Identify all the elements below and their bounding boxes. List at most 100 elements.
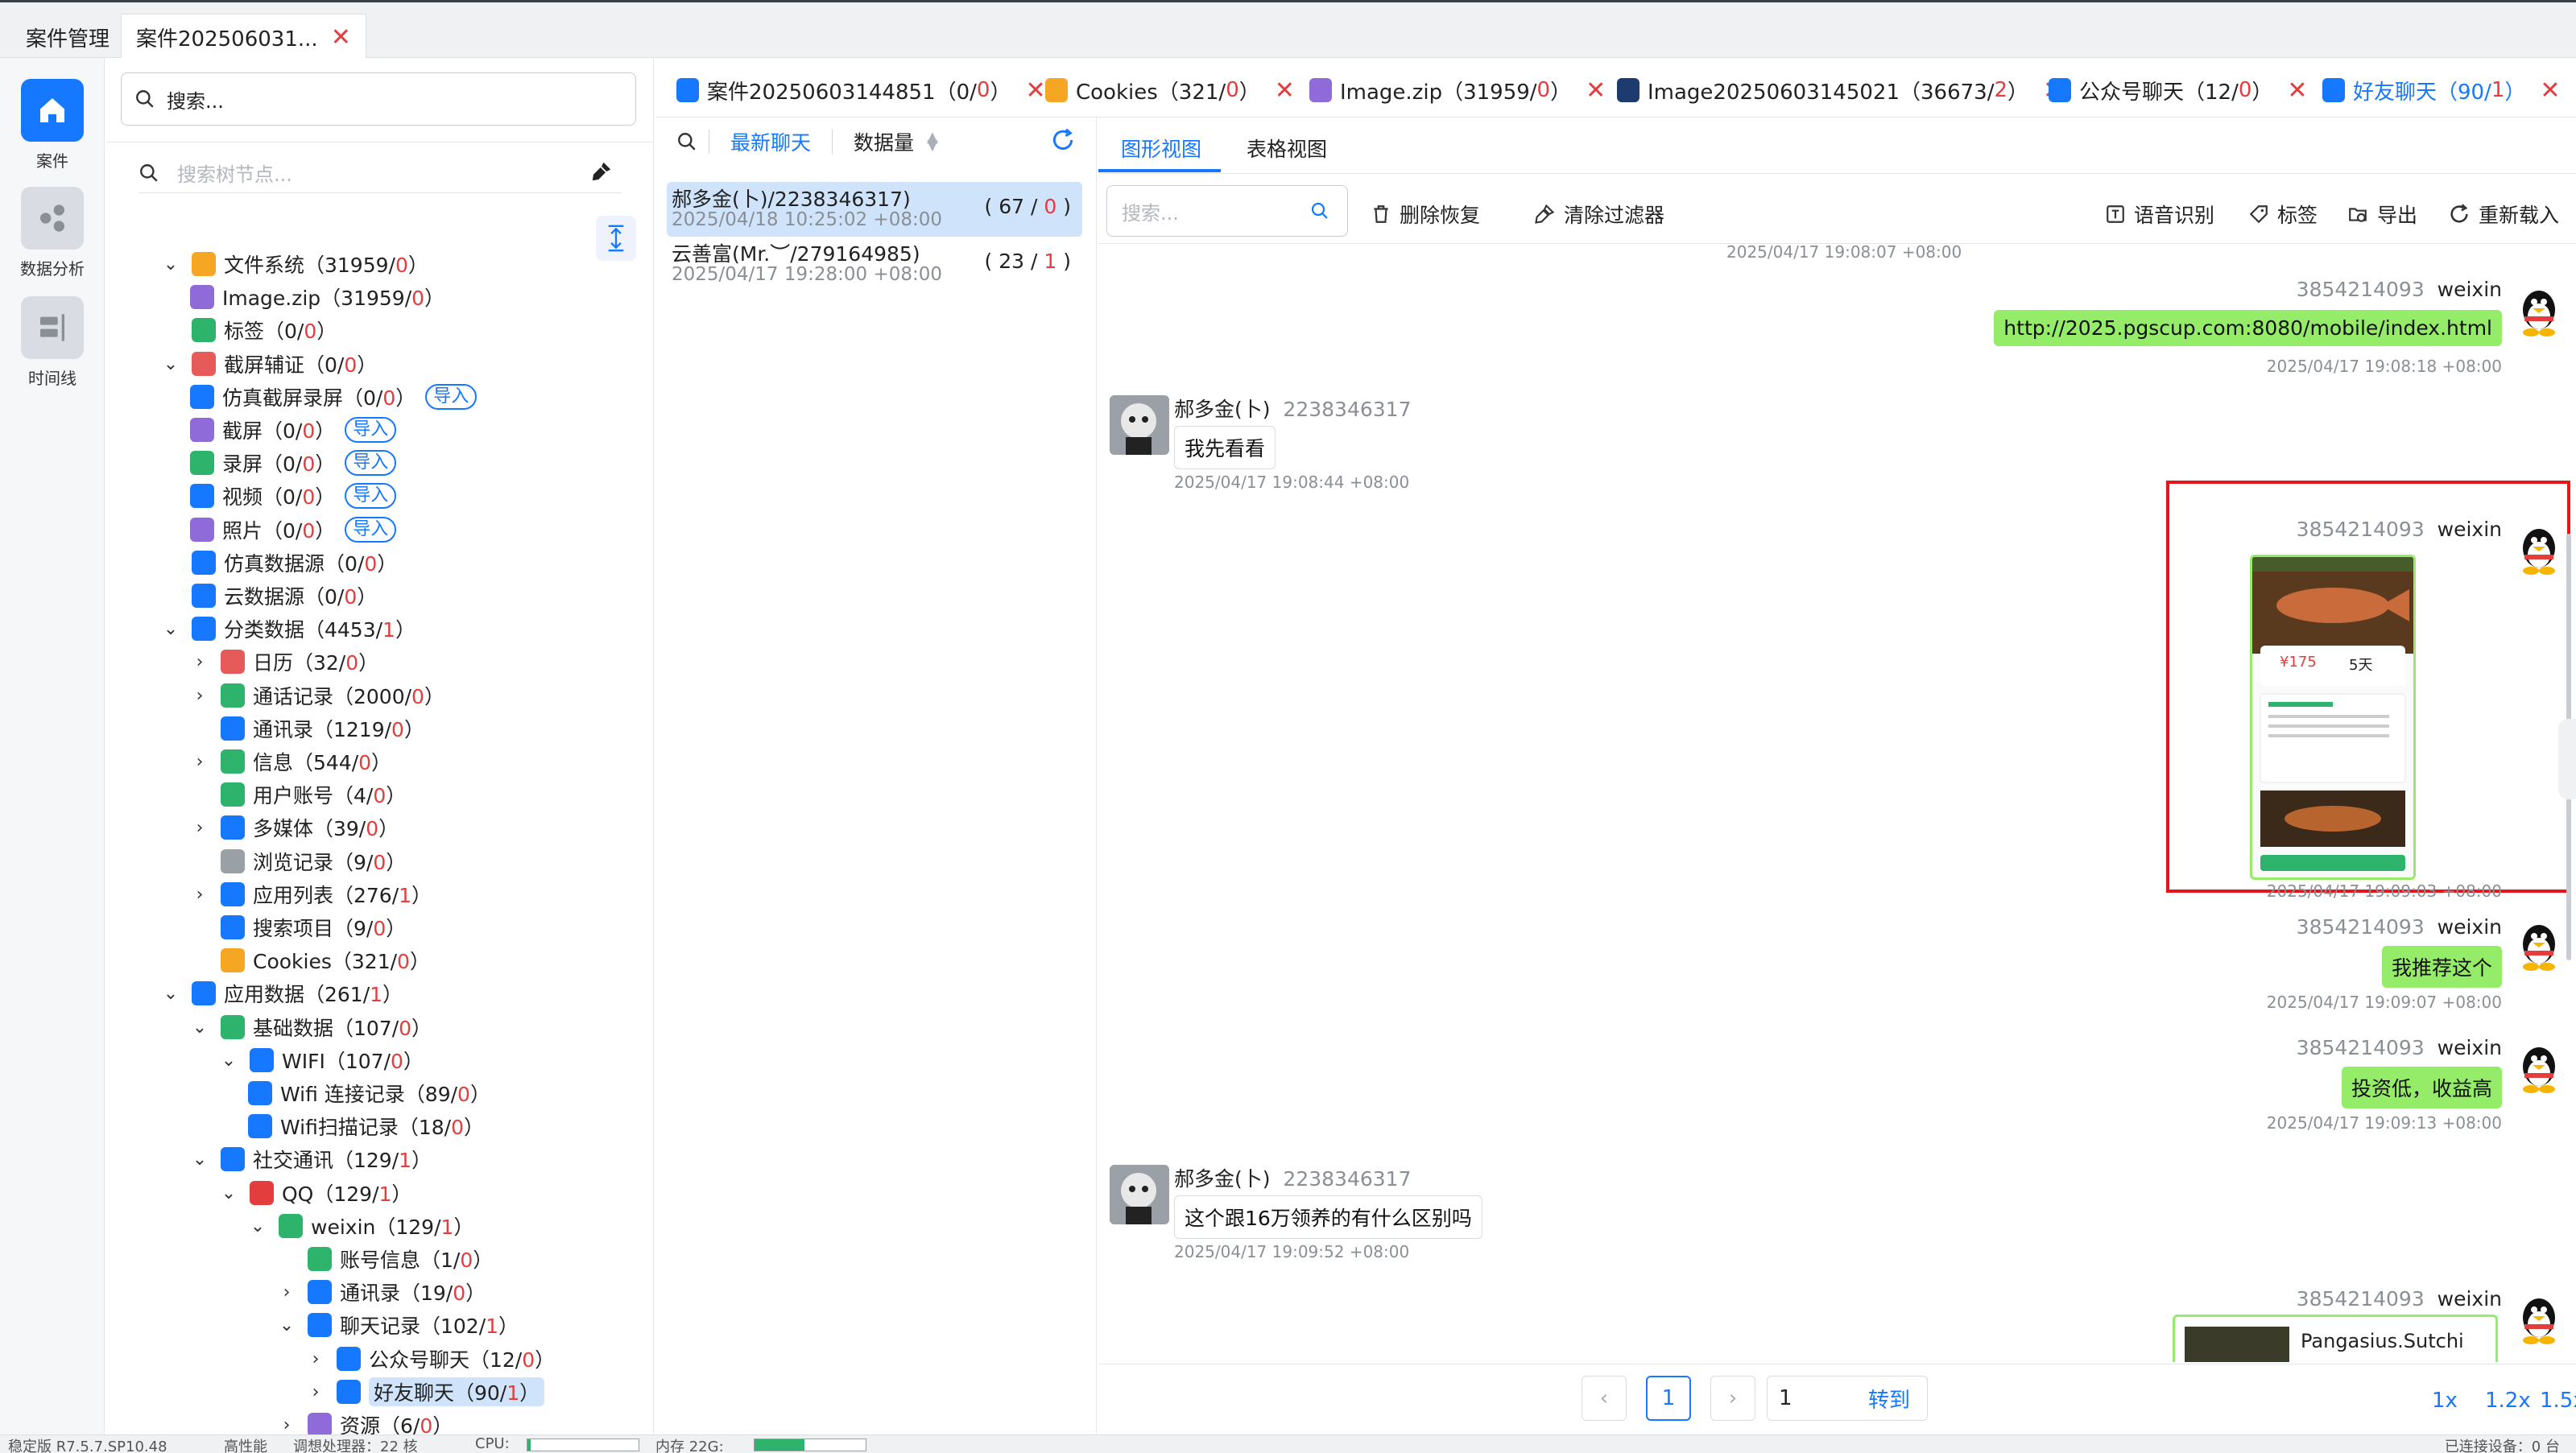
qq-penguin-avatar[interactable]	[2516, 922, 2562, 972]
data-tab[interactable]: 好友聊天（90/1） ✕	[2322, 69, 2561, 121]
chevron-right-icon[interactable]: ›	[190, 686, 209, 706]
session-item[interactable]: 郝多金(卜)/2238346317) 2025/04/18 10:25:02 +…	[667, 182, 1082, 237]
zoom-1-5x[interactable]: 1.5x	[2540, 1389, 2576, 1413]
chevron-right-icon[interactable]: ›	[190, 818, 209, 838]
chevron-down-icon[interactable]: ⌄	[248, 1216, 267, 1236]
data-tab[interactable]: Image.zip（31959/0） ✕	[1309, 69, 1606, 111]
chevron-right-icon[interactable]: ›	[306, 1382, 325, 1402]
qq-penguin-avatar[interactable]	[2516, 526, 2562, 576]
tag-button[interactable]: 标签	[2248, 200, 2318, 229]
rail-item-timeline[interactable]: 时间线	[0, 296, 105, 389]
tree-node[interactable]: ⌄ 聊天记录（102/1）	[277, 1309, 519, 1341]
rail-item-analysis[interactable]: 数据分析	[0, 187, 105, 279]
import-button[interactable]: 导入	[345, 450, 397, 476]
chevron-right-icon[interactable]: ›	[190, 752, 209, 772]
go-to-page-button[interactable]: 转到	[1868, 1384, 1910, 1414]
tree-search-input[interactable]: 搜索...	[121, 72, 636, 126]
message-bubble[interactable]: 投资低，收益高	[2341, 1067, 2502, 1108]
sort-icon[interactable]: ▲ ▼	[927, 130, 938, 153]
close-icon[interactable]: ✕	[1586, 76, 1606, 105]
qq-penguin-avatar[interactable]	[2516, 287, 2562, 337]
tab-case-detail[interactable]: 案件202506031... ✕	[121, 14, 366, 60]
qq-penguin-avatar[interactable]	[2516, 1295, 2562, 1345]
message-bubble[interactable]: 这个跟16万领养的有什么区别吗	[1174, 1195, 1482, 1239]
next-page-button[interactable]: ›	[1710, 1376, 1755, 1421]
data-tab[interactable]: 案件20250603144851（0/0） ✕	[676, 69, 1046, 111]
page-number[interactable]: 1	[1646, 1376, 1691, 1421]
tree-node[interactable]: › 通话记录（2000/0）	[190, 679, 444, 712]
tree-node[interactable]: Cookies（321/0）	[190, 944, 430, 976]
tree-node[interactable]: Image.zip（31959/0）	[190, 281, 444, 313]
tree-node[interactable]: Wifi扫描记录（18/0）	[248, 1110, 484, 1142]
zoom-1-2x[interactable]: 1.2x	[2485, 1389, 2531, 1413]
image-message[interactable]: ¥175 5天	[2250, 555, 2416, 880]
tree-node[interactable]: 搜索项目（9/0）	[190, 911, 406, 943]
data-tab[interactable]: 公众号聊天（12/0） ✕	[2049, 69, 2308, 111]
contact-avatar[interactable]	[1110, 395, 1169, 455]
chevron-down-icon[interactable]: ⌄	[190, 1018, 209, 1038]
tab-case-management[interactable]: 案件管理	[11, 14, 124, 60]
message-list[interactable]: 2025/04/17 19:08:07 +08:00 3854214093 we…	[1098, 243, 2576, 1362]
delete-restore-button[interactable]: 删除恢复	[1371, 200, 1480, 229]
tree-node[interactable]: ⌄ QQ（129/1）	[219, 1177, 411, 1209]
tab-graphic-view[interactable]: 图形视图	[1121, 134, 1201, 163]
session-item[interactable]: 云善富(Mr.︶/279164985) 2025/04/17 19:28:00 …	[667, 237, 1082, 291]
speech-recognition-button[interactable]: 语音识别	[2105, 200, 2214, 229]
refresh-icon[interactable]	[1050, 127, 1076, 153]
tree-node[interactable]: 仿真数据源（0/0）	[161, 547, 397, 579]
import-button[interactable]: 导入	[425, 384, 478, 410]
tree-node[interactable]: ⌄ 社交通讯（129/1）	[190, 1143, 432, 1175]
tree-node[interactable]: 通讯录（1219/0）	[190, 712, 424, 745]
tree-node[interactable]: › 应用列表（276/1）	[190, 878, 432, 910]
data-tab[interactable]: Cookies（321/0） ✕	[1045, 69, 1295, 111]
close-icon[interactable]: ✕	[331, 23, 351, 52]
tree-node[interactable]: › 通讯录（19/0）	[277, 1276, 486, 1308]
search-icon[interactable]	[676, 131, 697, 152]
message-bubble[interactable]: http://2025.pgscup.com:8080/mobile/index…	[1994, 310, 2502, 346]
chevron-right-icon[interactable]: ›	[190, 652, 209, 672]
sort-data-volume[interactable]: 数据量	[854, 127, 914, 156]
chevron-down-icon[interactable]: ⌄	[161, 354, 180, 374]
chevron-down-icon[interactable]: ⌄	[219, 1051, 238, 1071]
message-bubble[interactable]: 我推荐这个	[2381, 946, 2502, 988]
tree-node[interactable]: › 多媒体（39/0）	[190, 811, 399, 844]
card-message[interactable]: Pangasius.Sutchi	[2173, 1315, 2498, 1362]
chat-search-input[interactable]: 搜索...	[1106, 185, 1348, 237]
clear-filter-button[interactable]: 清除过滤器	[1533, 200, 1664, 229]
close-icon[interactable]: ✕	[1275, 76, 1295, 105]
close-icon[interactable]: ✕	[2287, 76, 2307, 105]
tree-node[interactable]: 仿真截屏录屏（0/0） 导入	[190, 381, 478, 413]
chevron-down-icon[interactable]: ⌄	[277, 1315, 296, 1335]
tree-node[interactable]: 标签（0/0）	[161, 314, 337, 346]
import-button[interactable]: 导入	[345, 517, 397, 543]
close-icon[interactable]: ✕	[1025, 76, 1045, 105]
tree-node[interactable]: › 好友聊天（90/1）	[306, 1376, 545, 1408]
chevron-down-icon[interactable]: ⌄	[161, 619, 180, 639]
tree-node[interactable]: 录屏（0/0） 导入	[190, 447, 397, 479]
chevron-down-icon[interactable]: ⌄	[161, 254, 180, 275]
tree-node[interactable]: 视频（0/0） 导入	[190, 480, 397, 512]
tree-node[interactable]: ⌄ 基础数据（107/0）	[190, 1011, 432, 1043]
chevron-right-icon[interactable]: ›	[190, 885, 209, 905]
chevron-right-icon[interactable]: ›	[277, 1282, 296, 1302]
chevron-right-icon[interactable]: ›	[306, 1349, 325, 1369]
tree-node[interactable]: › 信息（544/0）	[190, 745, 391, 778]
tree-node[interactable]: ⌄ 文件系统（31959/0）	[161, 248, 428, 280]
contact-avatar[interactable]	[1110, 1165, 1169, 1224]
side-drawer-handle[interactable]	[2558, 719, 2576, 799]
tree-node[interactable]: › 日历（32/0）	[190, 646, 378, 678]
tree-node[interactable]: 云数据源（0/0）	[161, 580, 377, 612]
sort-latest-chat[interactable]: 最新聊天	[730, 127, 811, 156]
tree-node[interactable]: Wifi 连接记录（89/0）	[248, 1077, 490, 1109]
zoom-1x[interactable]: 1x	[2432, 1389, 2458, 1413]
chevron-right-icon[interactable]: ›	[277, 1415, 296, 1435]
chevron-down-icon[interactable]: ⌄	[219, 1183, 238, 1203]
tree-node[interactable]: ⌄ WIFI（107/0）	[219, 1044, 424, 1076]
qq-penguin-avatar[interactable]	[2516, 1044, 2562, 1094]
tab-table-view[interactable]: 表格视图	[1247, 134, 1327, 163]
prev-page-button[interactable]: ‹	[1582, 1376, 1627, 1421]
rail-item-case[interactable]: 案件	[0, 79, 105, 171]
tree-node[interactable]: 浏览记录（9/0）	[190, 845, 406, 877]
tree-node[interactable]: 账号信息（1/0）	[277, 1243, 493, 1275]
tree-node[interactable]: 照片（0/0） 导入	[190, 514, 397, 546]
